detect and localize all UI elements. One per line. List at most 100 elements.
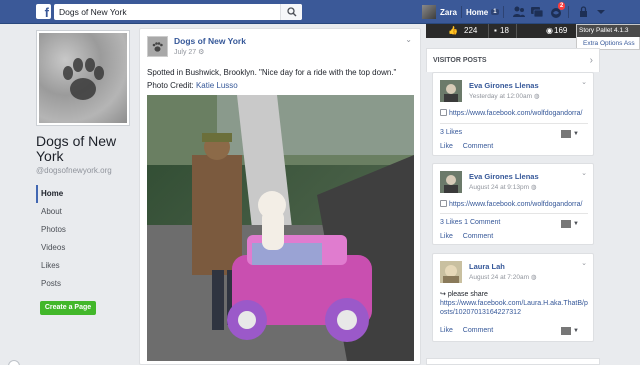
- stat-count: 224: [464, 26, 478, 35]
- post-timestamp[interactable]: July 27 ⚙: [174, 48, 204, 56]
- paw-print-image: [39, 33, 127, 123]
- profile-link[interactable]: Zara: [422, 4, 457, 20]
- globe-icon: ⚙: [198, 49, 205, 56]
- visitor-post-body: https://www.facebook.com/wolfdogandorra/: [440, 200, 590, 209]
- extension-popup: Story Pallet 4.1.3 Extra Options Ass: [576, 24, 640, 50]
- user-name: Zara: [440, 7, 457, 17]
- visitor-post-body: ↪ please share https://www.facebook.com/…: [440, 290, 590, 317]
- post-actions: Like Comment: [440, 233, 501, 240]
- page-username[interactable]: @dogsofnewyork.org: [36, 166, 112, 175]
- timestamp[interactable]: Yesterday at 12:00am: [469, 93, 532, 100]
- create-page-button[interactable]: Create a Page: [40, 301, 96, 315]
- notifications-button[interactable]: 2: [549, 2, 566, 19]
- link-icon: [440, 109, 447, 116]
- timestamp[interactable]: August 24 at 7:20am: [469, 274, 529, 281]
- home-link[interactable]: Home 1: [466, 4, 499, 20]
- post-author-avatar[interactable]: [147, 36, 168, 57]
- extension-title: Story Pallet 4.1.3: [577, 25, 640, 37]
- post-author-name[interactable]: Dogs of New York: [174, 36, 246, 46]
- post-as-selector[interactable]: ▼: [561, 219, 579, 228]
- messages-icon: [531, 7, 544, 18]
- search-input[interactable]: [54, 4, 274, 20]
- stat-count: 18: [500, 26, 509, 35]
- caret-down-icon: ▼: [573, 130, 579, 137]
- divider: [516, 24, 517, 38]
- visitor-post-author[interactable]: Eva Girones Llenas: [469, 81, 539, 90]
- post-as-selector[interactable]: ▼: [561, 326, 579, 335]
- visitor-post-time[interactable]: August 24 at 9:13pm ◍: [469, 183, 536, 191]
- avatar[interactable]: [440, 80, 462, 102]
- chevron-down-icon[interactable]: ⌄: [581, 259, 587, 267]
- post-as-selector[interactable]: ▼: [561, 129, 579, 138]
- globe-icon: ◍: [533, 93, 540, 100]
- privacy-shortcuts-button[interactable]: [578, 5, 592, 19]
- globe-icon: ◍: [530, 274, 537, 281]
- post-card: Dogs of New York July 27 ⚙ ⌄ Spotted in …: [139, 28, 421, 365]
- nav-item-likes[interactable]: Likes: [36, 257, 132, 275]
- account-menu-button[interactable]: [594, 5, 608, 19]
- photo-credit-link[interactable]: Katie Lusso: [196, 81, 238, 90]
- search-box: [54, 4, 302, 20]
- avatar: [422, 5, 436, 19]
- post-photo[interactable]: [147, 95, 414, 361]
- avatar[interactable]: [440, 171, 462, 193]
- stat-icon: ▪: [494, 26, 497, 35]
- like-button[interactable]: Like: [440, 143, 453, 150]
- friends-icon: [513, 6, 525, 17]
- comment-button[interactable]: Comment: [463, 233, 493, 240]
- photo-credit-label: Photo Credit:: [147, 81, 194, 90]
- visitor-post-body: https://www.facebook.com/wolfdogandorra/: [440, 109, 590, 118]
- chevron-down-icon[interactable]: ⌄: [405, 35, 412, 44]
- caret-down-icon: ▼: [573, 220, 579, 227]
- friend-requests-button[interactable]: [512, 5, 526, 19]
- home-label: Home: [466, 7, 489, 17]
- home-count-badge: 1: [491, 9, 499, 15]
- like-count[interactable]: 3 Likes: [440, 129, 462, 136]
- visitor-post-author[interactable]: Eva Girones Llenas: [469, 172, 539, 181]
- chevron-right-icon[interactable]: ›: [590, 55, 593, 66]
- privacy-icon: [580, 6, 587, 17]
- visitor-post-link[interactable]: https://www.facebook.com/wolfdogandorra/: [449, 201, 582, 208]
- post-message: Spotted in Bushwick, Brooklyn. "Nice day…: [147, 66, 415, 92]
- facebook-logo-icon[interactable]: f: [36, 4, 51, 19]
- avatar: [561, 219, 571, 228]
- divider: [488, 24, 489, 38]
- post-date[interactable]: July 27: [174, 49, 196, 56]
- nav-item-posts[interactable]: Posts: [36, 275, 132, 293]
- chevron-down-icon[interactable]: ⌄: [581, 78, 587, 86]
- visitor-post-author[interactable]: Laura Lah: [469, 262, 505, 271]
- divider: [440, 213, 588, 214]
- top-navigation-bar: f Zara Home 1 2: [0, 0, 640, 24]
- nav-item-home[interactable]: Home: [36, 185, 132, 203]
- chat-icon[interactable]: [8, 360, 20, 365]
- page-profile-picture[interactable]: [36, 30, 130, 126]
- divider: [568, 6, 569, 18]
- like-count[interactable]: 3 Likes 1 Comment: [440, 219, 500, 226]
- visitor-post-link[interactable]: https://www.facebook.com/Laura.H.aka.Tha…: [440, 300, 588, 316]
- avatar[interactable]: [440, 261, 462, 283]
- visitor-post-time[interactable]: Yesterday at 12:00am ◍: [469, 92, 539, 100]
- section-title: VISITOR POSTS: [433, 57, 487, 64]
- visitor-post-time[interactable]: August 24 at 7:20am ◍: [469, 273, 536, 281]
- avatar: [561, 326, 571, 335]
- stat-count: 169: [554, 26, 568, 35]
- messages-button[interactable]: [530, 5, 544, 19]
- post-actions: Like Comment: [440, 327, 501, 334]
- nav-item-videos[interactable]: Videos: [36, 239, 132, 257]
- search-button[interactable]: [280, 4, 302, 20]
- post-text: please share: [447, 291, 488, 298]
- comment-button[interactable]: Comment: [463, 143, 493, 150]
- like-button[interactable]: Like: [440, 327, 453, 334]
- page-title[interactable]: Dogs of New York: [36, 134, 146, 164]
- nav-item-about[interactable]: About: [36, 203, 132, 221]
- chevron-down-icon[interactable]: ⌄: [581, 169, 587, 177]
- chevron-down-icon: [597, 10, 605, 14]
- nav-item-photos[interactable]: Photos: [36, 221, 132, 239]
- notification-count-badge: 2: [558, 2, 566, 10]
- visitor-posts-header: VISITOR POSTS ›: [426, 48, 600, 72]
- visitor-post-link[interactable]: https://www.facebook.com/wolfdogandorra/: [449, 110, 582, 117]
- timestamp[interactable]: August 24 at 9:13pm: [469, 184, 529, 191]
- comment-button[interactable]: Comment: [463, 327, 493, 334]
- search-icon: [287, 7, 297, 17]
- like-button[interactable]: Like: [440, 233, 453, 240]
